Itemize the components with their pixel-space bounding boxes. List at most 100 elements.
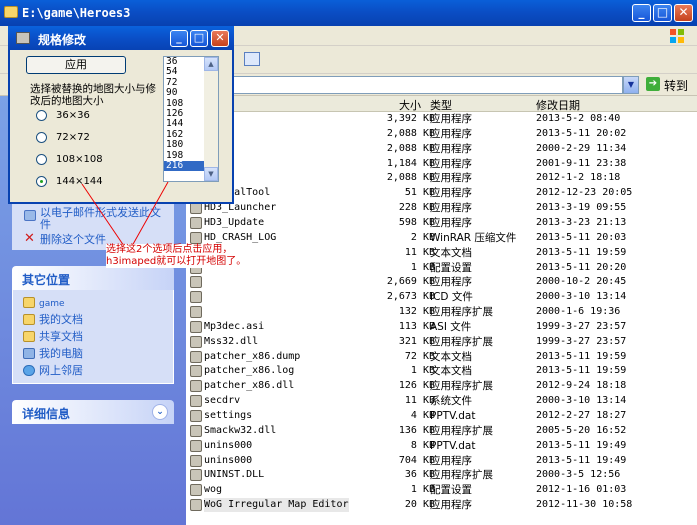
file-date: 2012-1-16 01:03 <box>536 484 627 496</box>
file-icon <box>190 410 202 422</box>
file-row[interactable]: ed2,088 KB应用程序2000-2-29 11:34 <box>186 142 697 157</box>
file-row[interactable]: 1 KB 配置设置 2013-5-11 20:20 <box>186 261 697 276</box>
file-icon <box>190 216 202 229</box>
file-row[interactable]: Mss32.dll 321 KB 应用程序扩展 1999-3-27 23:57 <box>186 335 697 350</box>
file-type: 应用程序扩展 <box>430 469 493 482</box>
file-date: 2013-5-11 19:49 <box>536 454 627 466</box>
file-name: Smackw32.dll <box>204 424 277 436</box>
file-size: 1,184 KB <box>386 157 435 169</box>
file-row[interactable]: HD3_Update 598 KB 应用程序 2013-3-23 21:13 <box>186 216 697 231</box>
listbox-scrollbar[interactable]: ▲ ▼ <box>204 57 218 181</box>
details-header[interactable]: 详细信息 ⌄ <box>12 400 174 424</box>
dialog-title-bar: 规格修改 _ □ ✕ <box>8 26 234 50</box>
file-size: 2,088 KB <box>386 142 435 154</box>
dialog-maximize-button[interactable]: □ <box>190 30 208 47</box>
file-name: secdrv <box>204 395 241 407</box>
scroll-up-icon[interactable]: ▲ <box>204 57 218 71</box>
maximize-button[interactable]: □ <box>653 4 672 22</box>
file-row[interactable]: ped2,088 KB应用程序2012-1-2 18:18 <box>186 171 697 186</box>
file-row[interactable]: ped2,088 KB应用程序2013-5-11 20:02 <box>186 127 697 142</box>
file-row[interactable]: HD_CRASH_LOG 2 KB WinRAR 压缩文件 2013-5-11 20:… <box>186 231 697 246</box>
go-button[interactable]: ➔ 转到 <box>644 76 694 94</box>
place-my-computer[interactable]: 我的电脑 <box>23 345 173 362</box>
file-name: unins000 <box>204 454 253 466</box>
file-row[interactable]: 132 KB 应用程序扩展 2000-1-6 19:36 <box>186 305 697 320</box>
file-type: 应用程序 <box>430 454 472 467</box>
delete-x-icon: ✕ <box>24 231 35 246</box>
apply-button[interactable]: 应用 <box>26 56 126 74</box>
dialog-title: 规格修改 <box>38 33 87 47</box>
file-row[interactable]: unins000 704 KB 应用程序 2013-5-11 19:49 <box>186 454 697 469</box>
other-places-header[interactable]: 其它位置 <box>12 266 174 290</box>
go-label: 转到 <box>664 79 689 93</box>
minimize-button[interactable]: _ <box>632 4 651 22</box>
file-row[interactable]: 11 KB 文本文档 2013-5-11 19:59 <box>186 246 697 261</box>
file-type: 应用程序 <box>430 216 472 229</box>
file-name: HD_CRASH_LOG <box>204 231 277 243</box>
chevron-down-icon[interactable]: ▼ <box>623 76 639 94</box>
file-icon <box>190 454 202 467</box>
file-row[interactable]: settings 4 KB PPTV.dat 2012-2-27 18:27 <box>186 409 697 424</box>
email-file-link[interactable]: 以电子邮件形式发送此文件 <box>24 207 164 233</box>
file-date: 2000-3-5 12:56 <box>536 469 621 481</box>
file-row[interactable]: patcher_x86.log 1 KB 文本文档 2013-5-11 19:59 <box>186 364 697 379</box>
file-row[interactable]: HD3_Launcher 228 KB 应用程序 2013-3-19 09:55 <box>186 201 697 216</box>
file-name: settings <box>204 410 253 421</box>
file-date: 2000-3-10 13:14 <box>536 395 627 407</box>
file-type: PPTV.dat <box>430 410 476 422</box>
dialog-minimize-button[interactable]: _ <box>170 30 188 47</box>
file-row[interactable]: UNINST.DLL 36 KB 应用程序扩展 2000-3-5 12:56 <box>186 468 697 483</box>
column-size[interactable]: 大小 <box>399 97 421 113</box>
file-type: 文本文档 <box>430 246 472 259</box>
column-type[interactable]: 类型 <box>430 97 452 113</box>
file-row[interactable]: 2,669 KB 应用程序 2000-10-2 20:45 <box>186 275 697 290</box>
file-row[interactable]: nternalTool 51 KB 应用程序 2012-12-23 20:05 <box>186 186 697 201</box>
file-type: 应用程序扩展 <box>430 335 493 348</box>
file-date: 1999-3-27 23:57 <box>536 335 627 347</box>
file-name: unins000 <box>204 439 253 451</box>
go-arrow-icon: ➔ <box>646 77 660 91</box>
close-button[interactable]: ✕ <box>674 4 693 22</box>
details-box: 详细信息 ⌄ <box>12 400 174 424</box>
place-network[interactable]: 网上邻居 <box>23 362 173 379</box>
file-row[interactable]: 3,392 KB 应用程序 2013-5-2 08:40 <box>186 112 697 127</box>
file-type: 配置设置 <box>430 484 472 497</box>
place-game[interactable]: game <box>23 294 173 311</box>
file-row[interactable]: Smackw32.dll 136 KB 应用程序扩展 2005-5-20 16:52 <box>186 424 697 439</box>
scroll-down-icon[interactable]: ▼ <box>204 167 218 181</box>
file-type: 应用程序扩展 <box>430 306 493 319</box>
file-row[interactable]: wog 1 KB 配置设置 2012-1-16 01:03 <box>186 483 697 498</box>
file-row[interactable]: WoG Irregular Map Editor 20 KB 应用程序 2012-11… <box>186 498 697 513</box>
column-header-row: 大小 类型 修改日期 <box>186 96 697 112</box>
size-listbox[interactable]: 36 54 72 90 108 126 144 162 180 198 216 ▲ ▼ <box>163 56 219 182</box>
file-date: 2013-5-11 19:59 <box>536 246 627 258</box>
file-date: 2000-10-2 20:45 <box>536 276 627 288</box>
file-row[interactable]: secdrv 11 KB 系统文件 2000-3-10 13:14 <box>186 394 697 409</box>
file-row[interactable]: unins000 8 KB PPTV.dat 2013-5-11 19:49 <box>186 439 697 454</box>
file-row[interactable]: patcher_x86.dll 126 KB 应用程序扩展 2012-9-24 18:… <box>186 379 697 394</box>
file-row[interactable]: Mp3dec.asi 113 KB ASI 文件 1999-3-27 23:57 <box>186 320 697 335</box>
file-date: 2005-5-20 16:52 <box>536 424 627 436</box>
file-icon <box>190 424 202 437</box>
file-row[interactable]: 2,673 KB ICD 文件 2000-3-10 13:14 <box>186 290 697 305</box>
address-input[interactable] <box>230 76 623 94</box>
file-icon <box>190 365 202 378</box>
place-shared-documents[interactable]: 共享文档 <box>23 328 173 345</box>
file-date: 2013-3-23 21:13 <box>536 216 627 228</box>
file-type: 文本文档 <box>430 365 472 378</box>
file-date: 2001-9-11 23:38 <box>536 157 627 169</box>
file-name: HD3_Update <box>204 216 265 228</box>
file-icon <box>190 320 202 333</box>
file-type: 应用程序 <box>430 276 472 289</box>
file-row[interactable]: patcher_x86.dump 72 KB 文本文档 2013-5-11 19:59 <box>186 350 697 365</box>
file-row[interactable]: ed1,184 KB应用程序2001-9-11 23:38 <box>186 157 697 172</box>
column-modified[interactable]: 修改日期 <box>536 97 580 113</box>
file-icon <box>190 499 202 512</box>
file-date: 2012-2-27 18:27 <box>536 410 627 421</box>
dialog-close-button[interactable]: ✕ <box>211 30 229 47</box>
place-my-documents[interactable]: 我的文档 <box>23 311 173 328</box>
views-icon[interactable] <box>244 52 260 66</box>
chevron-down-icon[interactable]: ⌄ <box>152 404 168 420</box>
window-title: E:\game\Heroes3 <box>22 6 131 20</box>
file-date: 2013-5-11 19:59 <box>536 365 627 377</box>
